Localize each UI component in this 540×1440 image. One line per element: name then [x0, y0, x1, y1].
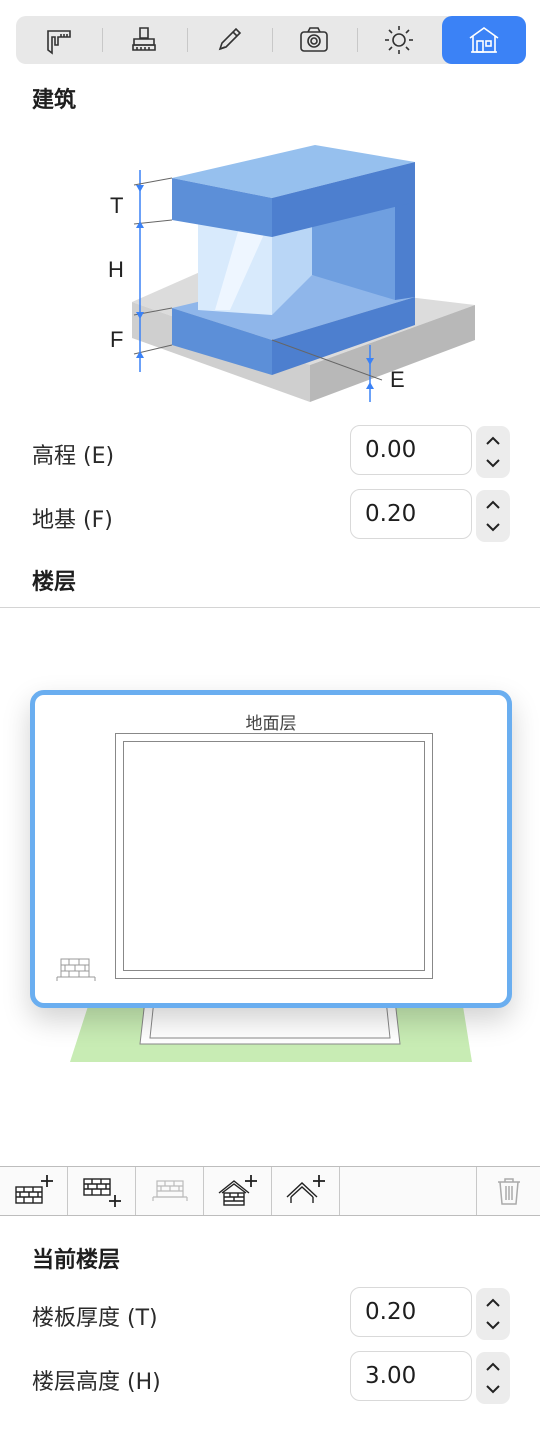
floor-disabled-icon	[151, 1180, 188, 1201]
building-section-diagram: T H F E	[108, 145, 475, 402]
slab-thickness-stepper[interactable]	[476, 1288, 510, 1340]
floor-toolbar	[0, 1166, 540, 1216]
delete-floor-button[interactable]	[476, 1167, 540, 1215]
chevron-down-icon[interactable]	[482, 517, 504, 537]
floor-options-button	[136, 1167, 204, 1215]
chevron-down-icon[interactable]	[482, 1315, 504, 1335]
floor-height-field[interactable]: 3.00	[350, 1351, 472, 1401]
building-section-title: 建筑	[32, 88, 77, 113]
chevron-up-icon[interactable]	[482, 1357, 504, 1377]
inspector-tab-bar	[16, 16, 526, 64]
dim-label-h: H	[108, 257, 124, 282]
sun-icon	[385, 26, 413, 54]
add-roof-button[interactable]	[272, 1167, 340, 1215]
camera-icon	[300, 27, 328, 52]
tab-material[interactable]	[102, 16, 186, 64]
chevron-up-icon[interactable]	[482, 431, 504, 451]
floor-height-label: 楼层高度 (H)	[32, 1370, 161, 1395]
foundation-stepper[interactable]	[476, 490, 510, 542]
dim-label-t: T	[110, 193, 123, 218]
floor-name-label: 地面层	[245, 714, 297, 734]
stamp-icon	[132, 27, 156, 51]
chevron-down-icon[interactable]	[482, 1379, 504, 1399]
floor-base-plate	[70, 1000, 472, 1062]
dim-label-e: E	[390, 367, 405, 392]
add-roof-floor-icon	[218, 1175, 257, 1206]
elevation-label: 高程 (E)	[32, 444, 115, 469]
pencil-icon	[218, 27, 242, 51]
section-divider	[0, 607, 540, 608]
foundation-label: 地基 (F)	[32, 508, 113, 533]
floor-card-ground[interactable]: 地面层	[30, 690, 512, 1008]
tab-edit[interactable]	[187, 16, 271, 64]
tab-measure[interactable]	[16, 16, 100, 64]
chevron-up-icon[interactable]	[482, 1293, 504, 1313]
slab-thickness-label: 楼板厚度 (T)	[32, 1306, 158, 1331]
chevron-down-icon[interactable]	[482, 453, 504, 473]
foundation-field[interactable]: 0.20	[350, 489, 472, 539]
floors-section-title: 楼层	[32, 570, 77, 595]
add-floor-above-icon	[14, 1175, 53, 1204]
chevron-up-icon[interactable]	[482, 495, 504, 515]
elevation-stepper[interactable]	[476, 426, 510, 478]
add-floor-below-button[interactable]	[68, 1167, 136, 1215]
add-roof-floor-button[interactable]	[204, 1167, 272, 1215]
floor-plan-inner	[123, 741, 425, 971]
floor-plan-outline	[115, 733, 433, 979]
tab-building[interactable]	[442, 16, 526, 64]
floor-brick-icon	[56, 958, 96, 981]
calipers-icon	[47, 30, 71, 55]
add-floor-above-button[interactable]	[0, 1167, 68, 1215]
add-floor-below-icon	[82, 1178, 121, 1207]
tab-lighting[interactable]	[357, 16, 441, 64]
floor-height-stepper[interactable]	[476, 1352, 510, 1404]
dim-label-f: F	[110, 327, 123, 352]
elevation-field[interactable]: 0.00	[350, 425, 472, 475]
trash-icon	[497, 1178, 520, 1205]
building-icon	[469, 27, 499, 53]
add-roof-icon	[286, 1175, 325, 1203]
current-floor-section-title: 当前楼层	[32, 1248, 121, 1273]
tab-camera[interactable]	[272, 16, 356, 64]
slab-thickness-field[interactable]: 0.20	[350, 1287, 472, 1337]
